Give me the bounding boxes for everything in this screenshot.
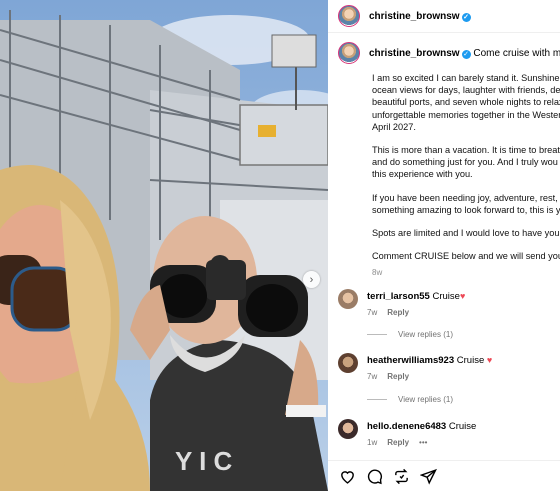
- commenter-avatar[interactable]: [338, 289, 358, 309]
- commenter-avatar[interactable]: [338, 353, 358, 373]
- reply-button[interactable]: Reply: [387, 308, 409, 317]
- author-avatar[interactable]: [338, 5, 360, 27]
- caption-body: I am so excited I can barely stand it. S…: [372, 72, 560, 280]
- caption-paragraph: I am so excited I can barely stand it. S…: [372, 73, 560, 132]
- heart-emoji-icon: ♥: [459, 291, 466, 301]
- comment-item: heatherwilliams923 Cruise ♥ 7w Reply: [338, 353, 560, 381]
- heart-emoji-icon: ♥: [486, 355, 493, 365]
- next-photo-button[interactable]: ›: [303, 271, 320, 288]
- reply-button[interactable]: Reply: [387, 438, 409, 447]
- photo-illustration: Y I C: [0, 0, 328, 491]
- commenter-avatar[interactable]: [338, 419, 358, 439]
- heart-icon[interactable]: [339, 468, 356, 485]
- comment-age: 1w: [367, 438, 378, 447]
- comment-text: Cruise: [432, 291, 460, 302]
- comment-age: 7w: [367, 308, 378, 317]
- view-replies-button[interactable]: View replies (1): [367, 330, 453, 339]
- post-caption: christine_brownsw ✓ Come cruise with me! …: [338, 42, 560, 280]
- caption-avatar[interactable]: [338, 42, 360, 64]
- comment-text: Cruise: [448, 421, 477, 432]
- commenter-username[interactable]: hello.denene6483: [367, 421, 446, 432]
- comment-text: Cruise: [456, 355, 485, 366]
- svg-text:Y I C: Y I C: [175, 446, 233, 476]
- view-replies-button[interactable]: View replies (1): [367, 395, 453, 404]
- post-photo[interactable]: Y I C ›: [0, 0, 328, 491]
- post-details-panel: christine_brownsw ✓ christine_brownsw ✓ Co…: [328, 0, 560, 491]
- more-options-button[interactable]: •••: [419, 438, 427, 447]
- reply-button[interactable]: Reply: [387, 372, 409, 381]
- verified-badge-icon: ✓: [461, 12, 471, 22]
- caption-username[interactable]: christine_brownsw: [369, 48, 460, 59]
- comment-icon[interactable]: [366, 468, 383, 485]
- comment-item: terri_larson55 Cruise♥ 7w Reply: [338, 289, 560, 317]
- caption-paragraph: Comment CRUISE below and we will send yo…: [372, 251, 560, 262]
- caption-paragraph: This is more than a vacation. It is time…: [372, 145, 560, 180]
- commenter-username[interactable]: heatherwilliams923: [367, 355, 454, 366]
- author-username[interactable]: christine_brownsw ✓: [369, 11, 471, 22]
- caption-paragraph: Spots are limited and I would love to ha…: [372, 228, 560, 239]
- commenter-username[interactable]: terri_larson55: [367, 291, 430, 302]
- caption-paragraph: If you have been needing joy, adventure,…: [372, 192, 560, 215]
- post-age: 8w: [372, 268, 383, 278]
- comment-item: hello.denene6483 Cruise 1w Reply •••: [338, 419, 560, 447]
- chevron-right-icon: ›: [309, 273, 314, 286]
- caption-title: Come cruise with me!: [473, 47, 560, 59]
- post-action-bar: [328, 460, 560, 491]
- share-icon[interactable]: [420, 468, 437, 485]
- repost-icon[interactable]: [393, 468, 410, 485]
- post-header: christine_brownsw ✓: [328, 0, 560, 33]
- verified-badge-icon: ✓: [461, 49, 471, 59]
- comment-age: 7w: [367, 372, 378, 381]
- caption-first-line: christine_brownsw ✓ Come cruise with me!: [369, 48, 560, 59]
